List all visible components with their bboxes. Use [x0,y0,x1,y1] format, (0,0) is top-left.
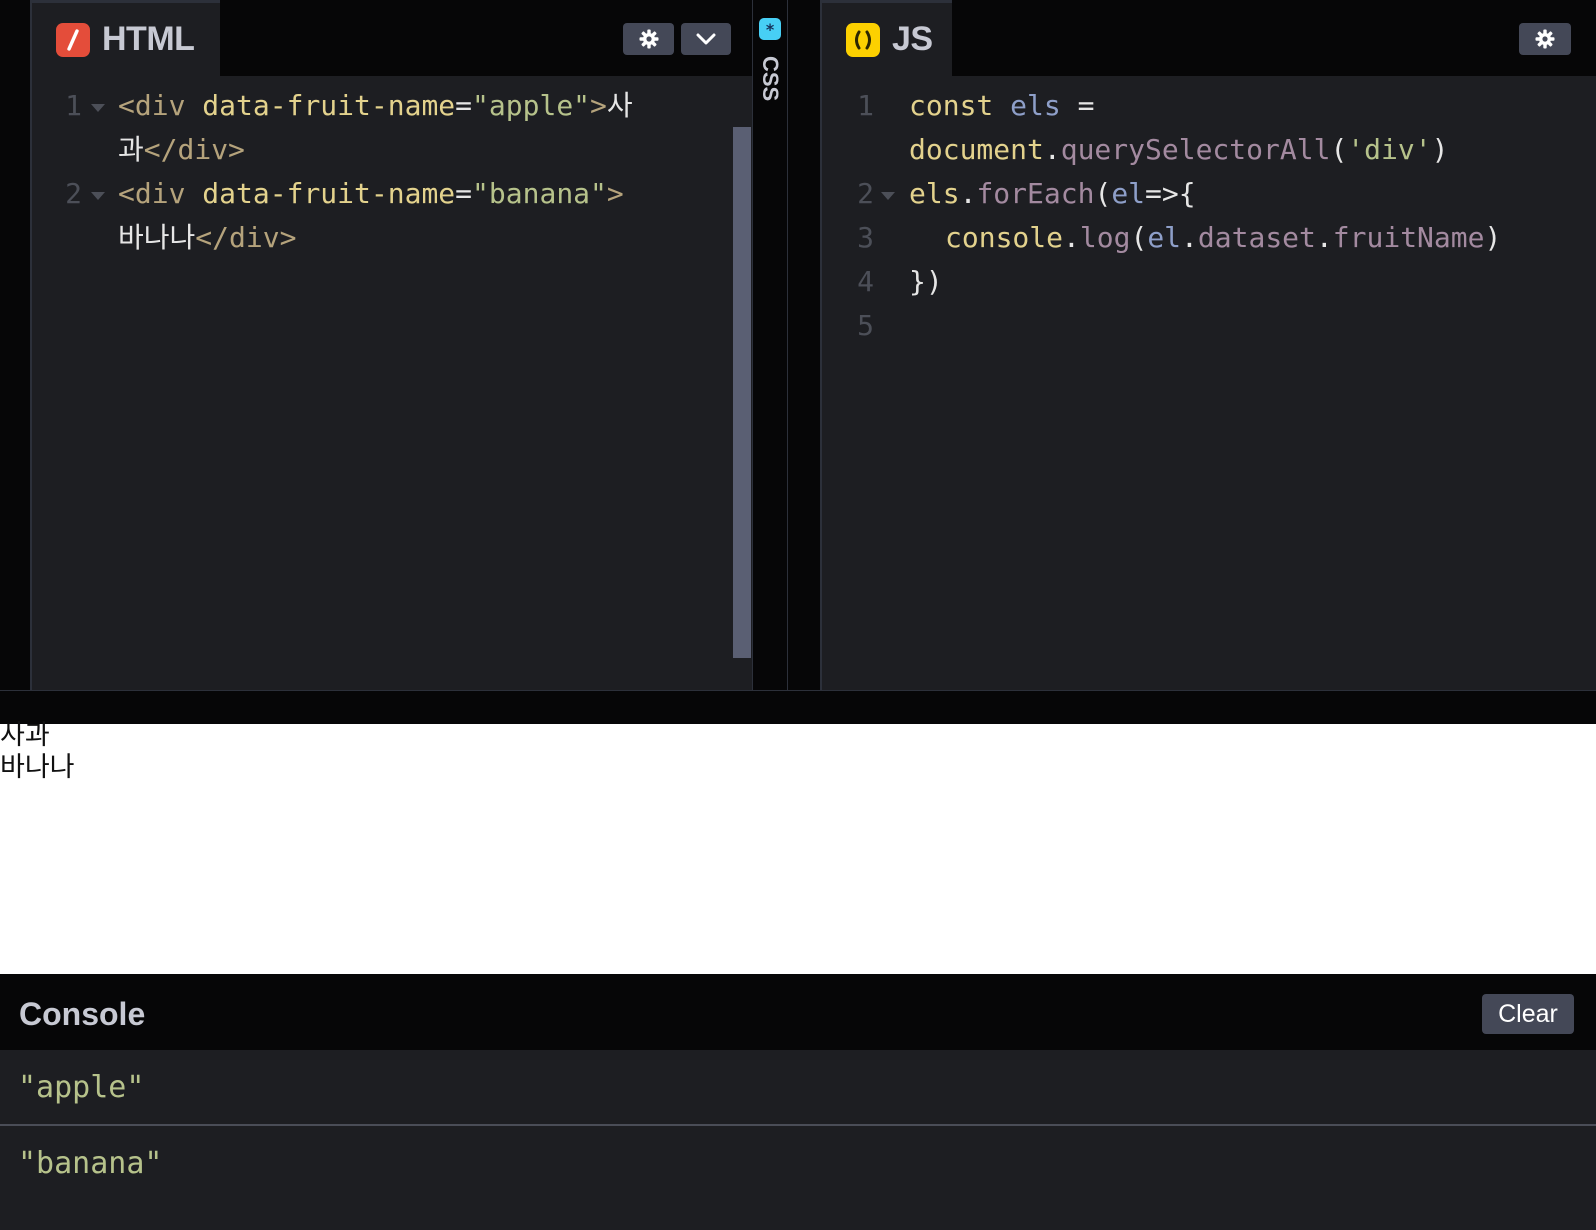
js-settings-button[interactable] [1519,23,1571,55]
editor-preview-resizer[interactable] [0,690,1596,724]
html-scrollbar[interactable] [733,127,751,658]
html-code-line-2-wrap: 바나나</div> [118,221,297,254]
line-number: 4 [857,265,874,298]
fold-arrow-icon[interactable] [91,104,105,112]
js-code-line-2: els.forEach(el=>{ [909,177,1196,210]
console-entry: "banana" [0,1126,1596,1230]
line-number: 1 [65,89,82,122]
js-code-line-3: console.log(el.dataset.fruitName) [945,221,1502,254]
chevron-down-icon [696,33,716,45]
line-number: 3 [857,221,874,254]
console-title: Console [19,996,146,1032]
html-code-line-2: <div data-fruit-name="banana"> [118,177,624,210]
html-code-line-1-wrap: 과</div> [118,133,245,166]
line-number: 5 [857,309,874,342]
js-code-line-4: }) [909,265,943,298]
gear-icon [639,29,658,49]
html-code-line-1: <div data-fruit-name="apple">사 [118,89,633,122]
line-number: 2 [857,177,874,210]
fold-arrow-icon[interactable] [881,192,895,200]
console-clear-button[interactable]: Clear [1482,994,1574,1034]
tab-js[interactable]: JS [822,0,952,76]
tab-html[interactable]: HTML [32,0,220,76]
css-logo-icon: * [759,18,781,40]
tab-css[interactable]: CSS [752,56,788,101]
js-code-line-1-wrap: document.querySelectorAll('div') [909,133,1449,166]
js-code-line-1: const els = [909,89,1095,122]
line-number: 2 [65,177,82,210]
resize-gutter[interactable] [788,0,822,690]
html-settings-button[interactable] [623,23,674,55]
console-entry: "apple" [0,1050,1596,1126]
line-number: 1 [857,89,874,122]
html-logo-icon [56,22,90,57]
js-tab-label: JS [892,20,933,58]
preview-line-apple: 사과 [0,720,50,751]
console-header: Console Clear [0,974,1596,1050]
html-editor-panel [0,0,30,690]
preview-line-banana: 바나나 [0,752,75,783]
js-logo-icon [846,22,880,57]
html-collapse-button[interactable] [681,23,731,55]
result-preview: 사과 바나나 [0,720,1596,974]
css-collapsed-panel[interactable] [752,0,788,690]
html-tab-label: HTML [102,20,195,58]
fold-arrow-icon[interactable] [91,192,105,200]
gear-icon [1535,29,1555,49]
